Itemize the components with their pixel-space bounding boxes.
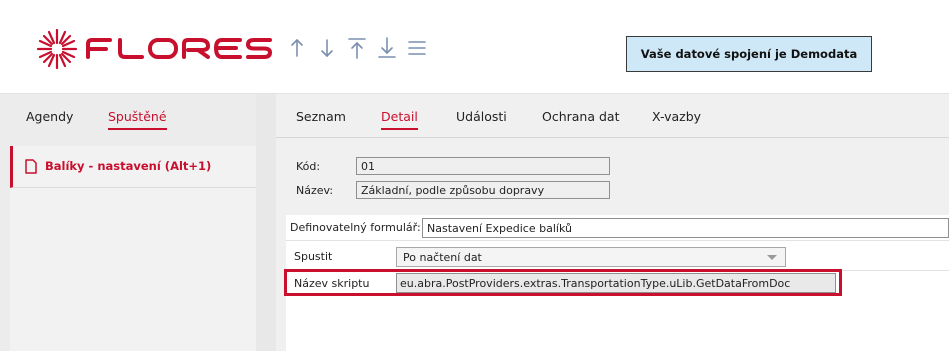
- tab-detail[interactable]: Detail: [381, 109, 418, 130]
- kod-label: Kód:: [296, 160, 321, 173]
- tab-spustene[interactable]: Spuštěné: [108, 109, 167, 130]
- sidebar-item-label: Balíky - nastavení (Alt+1): [45, 159, 212, 173]
- hamburger-menu-icon[interactable]: [402, 33, 432, 63]
- tab-ochrana-dat[interactable]: Ochrana dat: [542, 109, 619, 124]
- row-divider: [286, 240, 949, 241]
- header-fields: Kód: 01 Název: Základní, podle způsobu d…: [286, 146, 949, 212]
- active-tab-underline: [108, 128, 167, 130]
- chevron-down-icon: [767, 255, 777, 260]
- main-panel: Seznam Detail Události Ochrana dat X-vaz…: [276, 94, 949, 351]
- spustit-selected-value: Po načtení dat: [403, 251, 482, 264]
- app-header: Vaše datové spojení je Demodata: [0, 0, 949, 94]
- nazev-label: Název:: [296, 184, 334, 197]
- tab-spustene-label: Spuštěné: [108, 109, 167, 124]
- formular-label: Definovatelný formulář:: [290, 221, 421, 234]
- document-icon: [25, 159, 37, 174]
- kod-field[interactable]: 01: [356, 157, 610, 175]
- tab-detail-label: Detail: [381, 109, 418, 124]
- arrow-down-icon[interactable]: [312, 33, 342, 63]
- flores-logo-burst-icon: [36, 28, 78, 70]
- arrow-first-icon[interactable]: [342, 33, 372, 63]
- sidebar: Agendy Spuštěné Balíky - nastavení (Alt+…: [0, 94, 256, 351]
- tab-ochrana-dat-label: Ochrana dat: [542, 109, 620, 124]
- nazev-field[interactable]: Základní, podle způsobu dopravy: [356, 181, 610, 199]
- active-tab-underline: [381, 128, 418, 130]
- arrow-last-icon[interactable]: [372, 33, 402, 63]
- arrow-up-icon[interactable]: [282, 33, 312, 63]
- connection-info-box: Vaše datové spojení je Demodata: [626, 36, 872, 72]
- tab-udalosti-label: Události: [456, 109, 507, 124]
- spustit-select[interactable]: Po načtení dat: [396, 247, 786, 267]
- sidebar-item-baliky-nastaveni[interactable]: Balíky - nastavení (Alt+1): [10, 146, 256, 188]
- tab-x-vazby[interactable]: X-vazby: [652, 109, 701, 124]
- tab-agendy[interactable]: Agendy: [26, 109, 73, 124]
- tab-seznam[interactable]: Seznam: [296, 109, 346, 124]
- tab-agendy-label: Agendy: [26, 109, 74, 124]
- panel-splitter[interactable]: [256, 94, 276, 351]
- detail-tabs: Seznam Detail Události Ochrana dat X-vaz…: [276, 94, 949, 138]
- record-navigation: [282, 33, 432, 63]
- tab-udalosti[interactable]: Události: [456, 109, 507, 124]
- tab-seznam-label: Seznam: [296, 109, 346, 124]
- running-agendas-list: Balíky - nastavení (Alt+1): [10, 146, 256, 351]
- skript-field[interactable]: eu.abra.PostProviders.extras.Transportat…: [396, 273, 836, 293]
- tab-x-vazby-label: X-vazby: [652, 109, 702, 124]
- formular-field[interactable]: Nastavení Expedice balíků: [422, 218, 949, 238]
- flores-logo-wordmark: [86, 38, 272, 59]
- sidebar-tabs: Agendy Spuštěné: [0, 94, 256, 138]
- definable-form-panel: Definovatelný formulář: Nastavení Expedi…: [284, 215, 949, 351]
- skript-label: Název skriptu: [294, 277, 370, 290]
- spustit-label: Spustit: [294, 250, 333, 263]
